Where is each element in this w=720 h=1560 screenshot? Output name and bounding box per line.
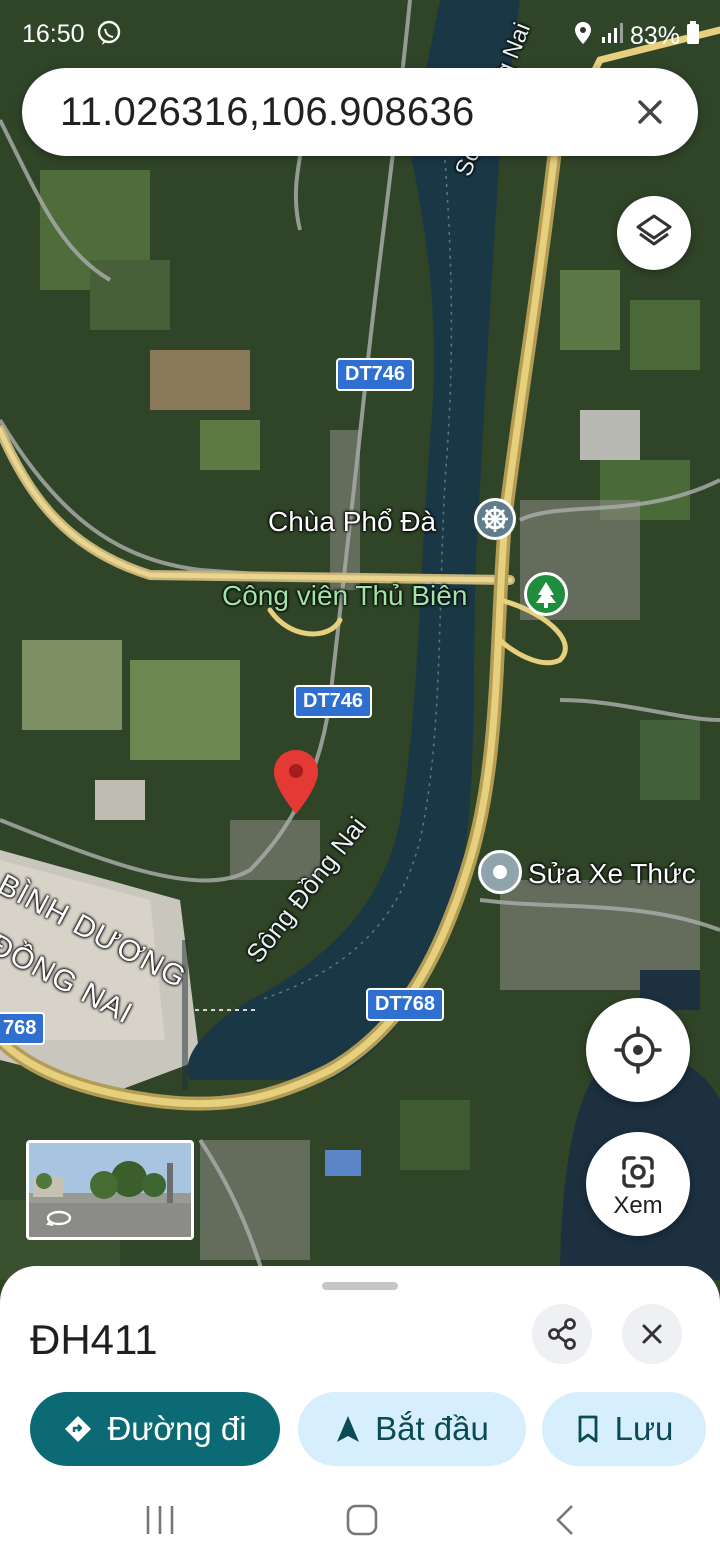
status-bar: 16:50 83% [0,0,720,64]
close-icon [642,1324,662,1344]
search-query[interactable]: 11.026316,106.908636 [60,90,475,135]
save-label: Lưu [614,1410,674,1447]
battery-percent: 83% [629,22,680,50]
my-location-button[interactable] [586,998,690,1102]
signal-icon [600,22,624,51]
search-bar[interactable]: 11.026316,106.908636 [22,68,698,156]
sua-xe-marker-icon[interactable] [478,850,522,894]
location-status-icon [572,20,594,53]
back-icon[interactable] [548,1502,584,1543]
cong-vien-label[interactable]: Công viên Thủ Biên [222,580,467,612]
crosshair-icon [614,1026,662,1074]
dt768-shield: DT768 [366,988,445,1021]
directions-label: Đường đi [107,1410,247,1447]
xem-label: Xem [613,1192,663,1219]
start-label: Bắt đầu [375,1410,489,1447]
close-sheet-button[interactable] [622,1304,682,1364]
dt746-shield: DT746 [336,358,415,391]
location-pin-icon[interactable] [272,748,320,816]
android-nav-bar [0,1480,720,1560]
directions-button[interactable]: Đường đi [30,1392,280,1466]
viber-icon [96,20,122,53]
clear-search-icon[interactable] [630,92,670,132]
dt768-shield-edge: 768 [0,1012,46,1045]
battery-icon [686,21,700,52]
camera-lens-icon [622,1156,654,1188]
chua-pho-da-marker-icon[interactable] [474,498,516,540]
sheet-drag-handle[interactable] [322,1282,398,1290]
place-bottom-sheet[interactable]: ĐH411 Đường đi Bắt đầu Lưu [0,1266,720,1560]
sua-xe-label[interactable]: Sửa Xe Thức [528,858,696,890]
park-marker-icon[interactable] [524,572,568,616]
satellite-map [0,0,720,1301]
lens-view-button[interactable]: Xem [586,1132,690,1236]
save-button[interactable]: Lưu [542,1392,706,1466]
recent-apps-icon[interactable] [142,1502,178,1543]
navigation-arrow-icon [337,1416,360,1442]
place-title: ĐH411 [30,1316,158,1363]
rotate-360-icon [45,1207,73,1234]
layers-button[interactable] [617,196,691,270]
status-time: 16:50 [22,20,85,48]
map-canvas[interactable]: Chùa Phổ Đà Công viên Thủ Biên Sửa Xe Th… [0,0,720,1301]
share-button[interactable] [532,1304,592,1364]
start-button[interactable]: Bắt đầu [298,1392,526,1466]
street-view-thumbnail[interactable] [26,1140,194,1240]
home-icon[interactable] [344,1502,380,1543]
chua-pho-da-label[interactable]: Chùa Phổ Đà [268,506,436,538]
directions-icon [65,1416,92,1442]
bookmark-icon [578,1415,597,1443]
dt746-shield: DT746 [294,685,373,718]
layers-icon [636,214,672,246]
share-icon [548,1318,576,1350]
